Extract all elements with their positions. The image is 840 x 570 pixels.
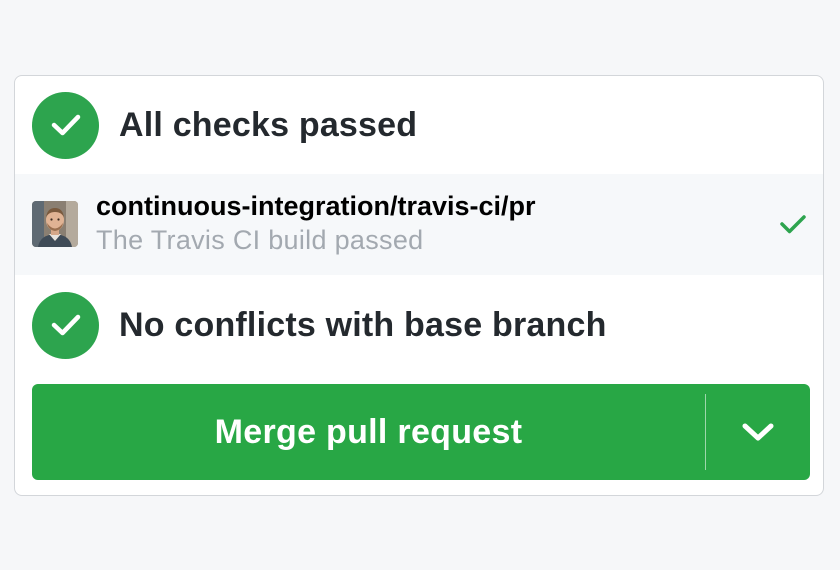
checkmark-icon — [51, 114, 80, 136]
merge-button-group: Merge pull request — [32, 384, 810, 480]
merge-pull-request-button[interactable]: Merge pull request — [32, 384, 705, 480]
checks-status-text: All checks passed — [119, 105, 418, 144]
merge-status-card: All checks passed continuous-integration… — [14, 75, 824, 496]
ci-check-description: The Travis CI build passed — [96, 225, 424, 255]
conflicts-status-row: No conflicts with base branch — [15, 275, 823, 375]
avatar — [32, 201, 78, 247]
ci-check-row[interactable]: continuous-integration/travis-ci/pr The … — [15, 174, 823, 275]
checkmark-icon — [780, 215, 806, 234]
checks-passed-icon — [32, 91, 99, 159]
checkmark-icon — [51, 314, 80, 336]
merge-options-dropdown-button[interactable] — [706, 384, 810, 480]
ci-check-name: continuous-integration/travis-ci/pr — [96, 191, 536, 221]
checks-status-row: All checks passed — [15, 76, 823, 174]
chevron-down-icon — [742, 423, 774, 441]
no-conflicts-icon — [32, 291, 99, 359]
conflicts-status-text: No conflicts with base branch — [119, 305, 607, 344]
